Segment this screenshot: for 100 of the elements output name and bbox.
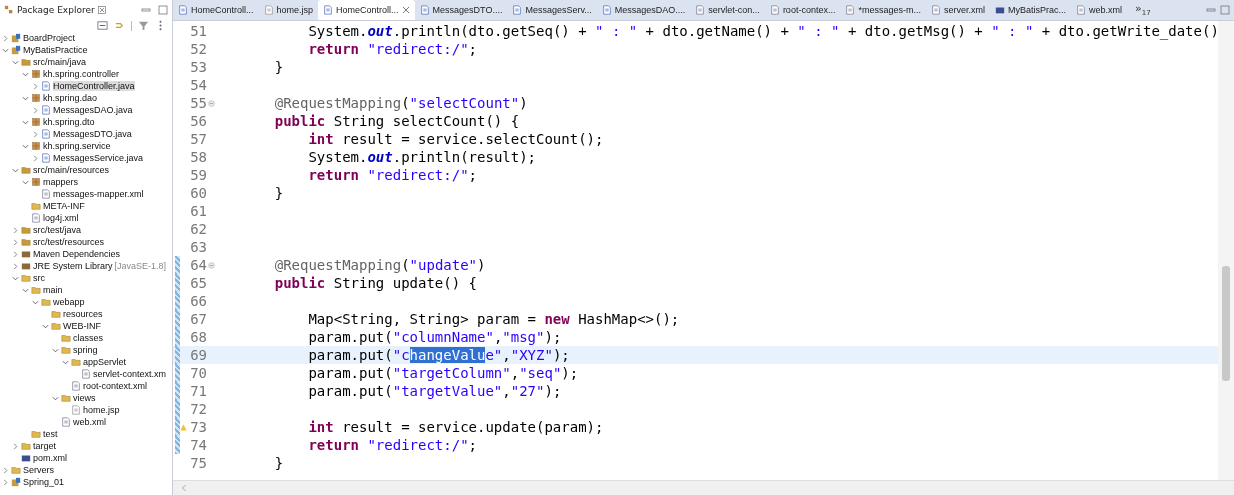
editor-tab[interactable]: MessagesServ... (507, 0, 597, 20)
tree-item[interactable]: messages-mapper.xml (53, 189, 144, 199)
collapse-chevron-icon[interactable] (22, 142, 29, 150)
tree-item[interactable]: src/main/resources (33, 165, 110, 175)
tree-item[interactable]: WEB-INF (63, 321, 101, 331)
tree-item[interactable]: MessagesDTO.java (53, 129, 132, 139)
fold-icon[interactable] (208, 99, 215, 107)
maximize-icon[interactable] (1220, 5, 1230, 15)
tree-item[interactable]: log4j.xml (43, 213, 79, 223)
vertical-scrollbar[interactable] (1218, 21, 1234, 480)
close-icon[interactable] (97, 5, 106, 14)
tree-item[interactable]: kh.spring.service (43, 141, 111, 151)
tree-item[interactable]: spring (73, 345, 98, 355)
expand-chevron-icon[interactable] (2, 466, 9, 474)
tree-item[interactable]: Maven Dependencies (33, 249, 121, 259)
code-line: @RequestMapping("update") (273, 257, 486, 273)
tree-item[interactable]: kh.spring.dto (43, 117, 95, 127)
folder-icon (61, 393, 71, 403)
expand-chevron-icon[interactable] (2, 478, 9, 486)
expand-chevron-icon[interactable] (32, 154, 39, 162)
tree-item[interactable]: resources (63, 309, 103, 319)
tree-item[interactable]: src/test/java (33, 225, 81, 235)
line-number: 52 (189, 41, 207, 57)
expand-chevron-icon[interactable] (12, 442, 19, 450)
close-icon[interactable] (401, 6, 410, 14)
tree-item[interactable]: target (33, 441, 56, 451)
expand-chevron-icon[interactable] (12, 250, 19, 258)
collapse-chevron-icon[interactable] (22, 118, 29, 126)
tree-item[interactable]: home.jsp (83, 405, 120, 415)
tree-item[interactable]: views (73, 393, 96, 403)
collapse-chevron-icon[interactable] (22, 70, 29, 78)
collapse-chevron-icon[interactable] (52, 394, 59, 402)
expand-chevron-icon[interactable] (32, 106, 39, 114)
tree-item[interactable]: mappers (43, 177, 78, 187)
expand-chevron-icon[interactable] (12, 262, 19, 270)
editor-tab[interactable]: MessagesDTO.... (414, 0, 508, 20)
collapse-all-icon[interactable] (97, 20, 108, 31)
collapse-chevron-icon[interactable] (12, 166, 19, 174)
tree-item[interactable]: MessagesService.java (53, 153, 144, 163)
package-explorer-icon (4, 4, 14, 15)
tree-item[interactable]: root-context.xml (83, 381, 148, 391)
tree-item[interactable]: webapp (53, 297, 85, 307)
filter-icon[interactable] (138, 20, 149, 31)
code-line: System.out.println(dto.getSeq() + " : " + dto.getName() + " : " + dto.getMsg() + " : " + dto.getWrite_date() (307, 23, 1218, 39)
tree-item[interactable]: classes (73, 333, 103, 343)
tree-item[interactable]: JRE System Library (33, 261, 113, 271)
tree-item[interactable]: HomeController.java (53, 81, 135, 91)
tree-item[interactable]: Spring_01 (23, 477, 65, 487)
project-icon (11, 477, 21, 487)
tree-item[interactable]: main (43, 285, 63, 295)
code-line: int result = service.update(param); (307, 419, 604, 435)
editor-tab[interactable]: HomeControll... (318, 0, 415, 20)
collapse-chevron-icon[interactable] (22, 286, 29, 294)
tree-item[interactable]: servlet-context.xm (93, 369, 167, 379)
tree-item[interactable]: META-INF (43, 201, 85, 211)
editor-tab[interactable]: HomeControll... (173, 0, 259, 20)
tree-item[interactable]: kh.spring.dao (43, 93, 98, 103)
expand-chevron-icon[interactable] (12, 226, 19, 234)
line-number: 73 (189, 419, 207, 435)
editor-tab[interactable]: server.xml (925, 0, 990, 20)
tree-item[interactable]: appServlet (83, 357, 127, 367)
editor-tab[interactable]: home.jsp (258, 0, 319, 20)
collapse-chevron-icon[interactable] (12, 274, 19, 282)
tree-item[interactable]: src/main/java (33, 57, 86, 67)
collapse-chevron-icon[interactable] (62, 358, 69, 366)
collapse-chevron-icon[interactable] (22, 178, 29, 186)
tree-item[interactable]: BoardProject (23, 33, 76, 43)
collapse-chevron-icon[interactable] (2, 46, 9, 54)
editor-tab[interactable]: servlet-con... (690, 0, 765, 20)
editor-tab[interactable]: MyBatisPrac... (989, 0, 1071, 20)
fold-icon[interactable] (208, 261, 215, 269)
editor-tab[interactable]: root-contex... (764, 0, 841, 20)
collapse-chevron-icon[interactable] (12, 58, 19, 66)
tree-item[interactable]: src (33, 273, 45, 283)
tree-item[interactable]: kh.spring.controller (43, 69, 120, 79)
collapse-chevron-icon[interactable] (22, 94, 29, 102)
link-editor-icon[interactable] (114, 20, 125, 31)
maximize-icon[interactable] (158, 4, 168, 15)
expand-chevron-icon[interactable] (32, 130, 39, 138)
package-icon (31, 117, 41, 127)
tree-item[interactable]: web.xml (73, 417, 106, 427)
line-number: 63 (189, 239, 207, 255)
horizontal-scrollbar[interactable] (173, 480, 1234, 495)
tree-item[interactable]: Servers (23, 465, 54, 475)
editor-tab[interactable]: MessagesDAO.... (596, 0, 691, 20)
editor-tab[interactable]: web.xml (1070, 0, 1127, 20)
minimize-icon[interactable] (1206, 5, 1216, 15)
tree-item[interactable]: MessagesDAO.java (53, 105, 133, 115)
expand-chevron-icon[interactable] (12, 238, 19, 246)
more-tabs-button[interactable]: »$_{17}$ (1135, 2, 1151, 18)
tree-item[interactable]: MyBatisPractice (23, 45, 88, 55)
collapse-chevron-icon[interactable] (32, 298, 39, 306)
tree-item[interactable]: test (43, 429, 58, 439)
expand-chevron-icon[interactable] (32, 82, 39, 90)
tree-item[interactable]: pom.xml (33, 453, 67, 463)
tree-item[interactable]: src/test/resources (33, 237, 105, 247)
collapse-chevron-icon[interactable] (52, 346, 59, 354)
editor-tab[interactable]: *messages-m... (840, 0, 926, 20)
collapse-chevron-icon[interactable] (42, 322, 49, 330)
expand-chevron-icon[interactable] (2, 34, 9, 42)
